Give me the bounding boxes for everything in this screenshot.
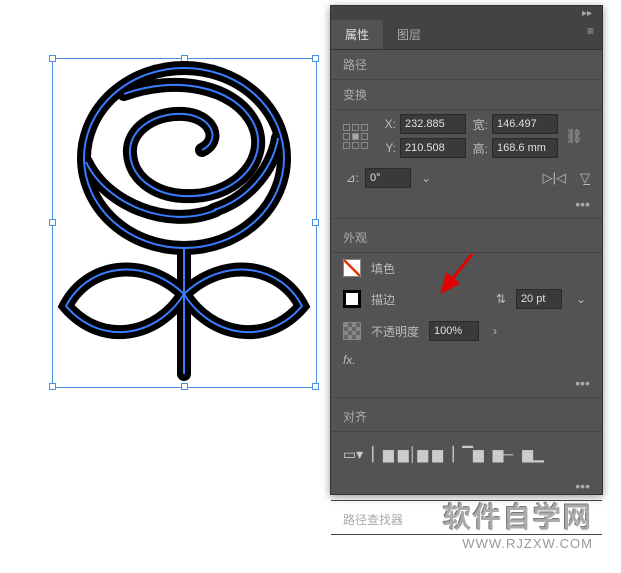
stroke-label: 描边 [371,291,395,308]
opacity-input[interactable] [429,321,479,341]
link-wh-icon[interactable]: ⛓ [564,117,584,155]
y-label: Y: [380,141,396,155]
appearance-label: 外观 [331,223,602,253]
stroke-weight-input[interactable] [516,289,562,309]
transform-xy-row: X: Y: 宽: 高: ⛓ [331,110,602,162]
fx-label[interactable]: fx. [343,353,356,367]
align-left-icon[interactable]: ▏▆ [373,444,393,464]
reference-point-picker[interactable] [343,124,368,149]
path-label: 路径 [331,50,602,80]
stroke-swatch[interactable] [343,290,361,308]
fill-swatch[interactable] [343,259,361,277]
opacity-label: 不透明度 [371,323,419,340]
width-label: 宽: [472,116,488,133]
tab-properties[interactable]: 属性 [331,20,383,49]
width-input[interactable] [492,114,558,134]
align-label: 对齐 [331,402,602,432]
stroke-weight-dropdown-icon[interactable]: ⌄ [572,292,590,306]
transform-more[interactable]: ••• [331,194,602,214]
fill-label: 填色 [371,260,395,277]
angle-dropdown-icon[interactable]: ⌄ [417,171,435,185]
opacity-more-icon[interactable]: › [489,324,501,338]
align-hcenter-icon[interactable]: ▆│▆ [403,444,423,464]
appearance-more[interactable]: ••• [331,373,602,393]
angle-label: ⊿: [343,171,359,185]
align-to-dropdown[interactable]: ▭▾ [343,444,363,464]
align-right-icon[interactable]: ▆▕ [433,444,453,464]
height-input[interactable] [492,138,558,158]
panel-menu-icon[interactable]: ≡ [579,20,602,49]
angle-row: ⊿: ⌄ ▷|◁ ▽̲ [331,162,602,194]
x-input[interactable] [400,114,466,134]
pathfinder-label: 路径查找器 [331,505,602,535]
opacity-row: 不透明度 › [331,315,602,347]
fill-row: 填色 [331,253,602,283]
stroke-row: 描边 ⇅ ⌄ [331,283,602,315]
panel-collapse-icon[interactable]: ▸▸ [582,8,592,19]
canvas-area[interactable] [0,0,330,490]
fx-row: fx. [331,347,602,373]
align-more[interactable]: ••• [331,476,602,496]
align-bottom-icon[interactable]: ▆▁ [523,444,543,464]
y-input[interactable] [400,138,466,158]
flip-horizontal-icon[interactable]: ▷|◁ [543,170,566,186]
transform-label: 变换 [331,80,602,110]
align-vcenter-icon[interactable]: ▆─ [493,444,513,464]
align-buttons: ▭▾ ▏▆ ▆│▆ ▆▕ ▔▆ ▆─ ▆▁ [343,438,590,470]
rose-artwork[interactable] [52,58,317,388]
tab-layers[interactable]: 图层 [383,20,435,49]
align-top-icon[interactable]: ▔▆ [463,444,483,464]
properties-panel: ▸▸ 属性 图层 ≡ 路径 变换 X: Y: 宽: [330,5,603,495]
panel-tabs: 属性 图层 ≡ [331,20,602,50]
x-label: X: [380,117,396,131]
angle-input[interactable] [365,168,411,188]
watermark-url: WWW.RJZXW.COM [443,536,593,551]
panel-header: ▸▸ [331,6,602,20]
flip-vertical-icon[interactable]: ▽̲ [580,170,590,186]
opacity-swatch[interactable] [343,322,361,340]
height-label: 高: [472,140,488,157]
stroke-stepper-icon[interactable]: ⇅ [496,292,506,306]
